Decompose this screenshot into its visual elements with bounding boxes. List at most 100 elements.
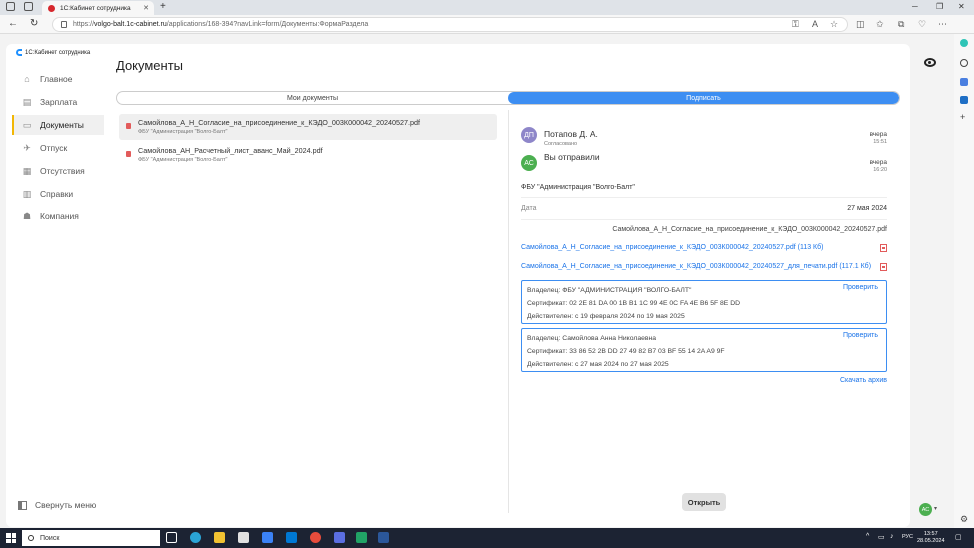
- url-field[interactable]: https:// volgo-balt.1c-cabinet.ru /appli…: [52, 17, 848, 32]
- store-app-icon[interactable]: [238, 532, 249, 543]
- copilot-icon[interactable]: [960, 39, 968, 47]
- signer-time: вчера 15:51: [870, 131, 887, 147]
- profile-icon[interactable]: [6, 2, 15, 11]
- signer-time: вчера 16:20: [870, 159, 887, 175]
- sidebar-collapse-icon: [18, 500, 27, 510]
- read-aloud-icon[interactable]: A: [812, 19, 818, 29]
- clock-date: 28.05.2024: [917, 538, 945, 545]
- close-tab-icon[interactable]: ✕: [143, 4, 149, 12]
- task-view-icon[interactable]: [166, 532, 177, 543]
- document-name: Самойлова_АН_Расчетный_лист_аванс_Май_20…: [138, 146, 323, 155]
- word-app-icon[interactable]: [378, 532, 389, 543]
- file-link-name: Самойлова_А_Н_Согласие_на_присоединение_…: [521, 244, 796, 251]
- vacation-icon: ✈: [23, 142, 31, 153]
- collections-icon[interactable]: ⧉: [898, 19, 904, 30]
- signer-name: Потапов Д. А.: [544, 129, 598, 139]
- start-icon[interactable]: [6, 533, 16, 543]
- certificate-card: Владелец: ФБУ "АДМИНИСТРАЦИЯ "ВОЛГО-БАЛТ…: [521, 280, 887, 324]
- favorites-icon[interactable]: ✩: [876, 19, 884, 30]
- logo-icon: [16, 49, 22, 56]
- clock[interactable]: 13:57 28.05.2024: [917, 531, 945, 545]
- tools-icon[interactable]: [960, 78, 968, 86]
- calculator-app-icon[interactable]: [356, 532, 367, 543]
- add-icon[interactable]: +: [960, 112, 968, 122]
- chevron-down-icon[interactable]: ▾: [934, 505, 937, 512]
- sidebar-item-main[interactable]: ⌂ Главное: [12, 69, 104, 89]
- document-list: Самойлова_А_Н_Согласие_на_присоединение_…: [119, 114, 497, 170]
- verify-certificate-link[interactable]: Проверить: [843, 332, 878, 339]
- pdf-download-icon[interactable]: [880, 262, 887, 271]
- sidebar-item-absence[interactable]: ▦ Отсутствия: [12, 161, 104, 181]
- split-screen-icon[interactable]: ◫: [856, 19, 865, 30]
- sidebar-item-label: Главное: [40, 74, 73, 84]
- list-item[interactable]: Самойлова_АН_Расчетный_лист_аванс_Май_20…: [119, 142, 497, 168]
- certificate-serial: Сертификат: 33 86 52 2B DD 27 49 82 B7 0…: [527, 348, 725, 355]
- sidebar-item-salary[interactable]: ▤ Зарплата: [12, 92, 104, 112]
- certificate-serial: Сертификат: 02 2E 81 DA 00 1B B1 1C 99 4…: [527, 300, 741, 307]
- favorite-star-icon[interactable]: ☆: [830, 19, 838, 30]
- signer-clock: 15:51: [873, 139, 887, 146]
- list-item[interactable]: Самойлова_А_Н_Согласие_на_присоединение_…: [119, 114, 497, 140]
- pdf-download-icon[interactable]: [880, 243, 887, 252]
- extensions-icon[interactable]: ♡: [918, 19, 926, 30]
- open-button[interactable]: Открыть: [682, 493, 726, 511]
- minimize-icon[interactable]: ─: [912, 2, 918, 11]
- file-link[interactable]: Самойлова_А_Н_Согласие_на_присоединение_…: [521, 244, 823, 251]
- taskbar: Поиск ^ ▭ ♪ РУС 13:57 28.05.2024 ▢: [0, 528, 974, 548]
- tray-chevron-icon[interactable]: ^: [866, 533, 869, 540]
- certificate-validity: Действителен: с 27 мая 2024 по 27 мая 20…: [527, 361, 669, 368]
- document-file-name: Самойлова_А_Н_Согласие_на_присоединение_…: [612, 226, 887, 233]
- home-icon: ⌂: [24, 74, 30, 84]
- pane-divider: [508, 110, 509, 513]
- pdf-file-icon: [126, 151, 131, 157]
- tab-my-documents[interactable]: Мои документы: [117, 92, 508, 104]
- salary-icon: ▤: [22, 96, 32, 107]
- certificate-owner: Владелец: Самойлова Анна Николаевна: [527, 335, 657, 342]
- restore-icon[interactable]: ❐: [936, 2, 943, 11]
- new-tab-icon[interactable]: +: [160, 1, 166, 12]
- sidebar-item-certificates[interactable]: ▥ Справки: [12, 184, 104, 204]
- sidebar-item-company[interactable]: ☗ Компания: [12, 206, 104, 226]
- back-icon[interactable]: ←: [8, 18, 18, 29]
- gear-icon[interactable]: ⚙: [960, 514, 968, 524]
- document-org: ФБУ "Администрация "Волго-Балт": [138, 129, 228, 135]
- app-icon[interactable]: [286, 532, 297, 543]
- file-link[interactable]: Самойлова_А_Н_Согласие_на_присоединение_…: [521, 263, 871, 270]
- edge-app-icon[interactable]: [190, 532, 201, 543]
- yandex-app-icon[interactable]: [334, 532, 345, 543]
- workspaces-icon[interactable]: [24, 2, 33, 11]
- sidebar-item-documents[interactable]: ▭ Документы: [12, 115, 104, 135]
- language-indicator[interactable]: РУС: [902, 534, 913, 540]
- outlook-icon[interactable]: [960, 96, 968, 104]
- tab-sign[interactable]: Подписать: [508, 92, 899, 104]
- key-icon[interactable]: ⚿: [792, 19, 799, 30]
- signer-name: Вы отправили: [544, 152, 600, 162]
- certificate-validity: Действителен: с 19 февраля 2024 по 19 ма…: [527, 313, 685, 320]
- download-archive-link[interactable]: Скачать архив: [521, 377, 887, 384]
- eye-icon[interactable]: [924, 58, 936, 67]
- explorer-app-icon[interactable]: [214, 532, 225, 543]
- sidebar-item-label: Отсутствия: [40, 166, 85, 176]
- address-bar-row: ← ↻ https:// volgo-balt.1c-cabinet.ru /a…: [0, 15, 974, 34]
- taskbar-search-input[interactable]: Поиск: [22, 530, 160, 546]
- sidebar-item-vacation[interactable]: ✈ Отпуск: [12, 138, 104, 158]
- notifications-icon[interactable]: ▢: [955, 533, 962, 541]
- collapse-menu-button[interactable]: Свернуть меню: [18, 500, 96, 510]
- company-icon: ☗: [22, 210, 32, 221]
- verify-certificate-link[interactable]: Проверить: [843, 284, 878, 291]
- app-logo[interactable]: 1С:Кабинет сотрудника: [16, 49, 90, 56]
- search-icon[interactable]: [960, 59, 968, 67]
- reload-icon[interactable]: ↻: [30, 18, 38, 29]
- sidebar-item-label: Справки: [40, 189, 74, 199]
- more-icon[interactable]: ⋯: [938, 19, 947, 30]
- chrome-app-icon[interactable]: [310, 532, 321, 543]
- avatar[interactable]: АС: [919, 503, 932, 516]
- file-link-row: Самойлова_А_Н_Согласие_на_присоединение_…: [521, 257, 887, 276]
- mail-app-icon[interactable]: [262, 532, 273, 543]
- file-link-row: Самойлова_А_Н_Согласие_на_присоединение_…: [521, 238, 887, 257]
- sidebar-item-label: Отпуск: [40, 143, 68, 153]
- organization-name: ФБУ "Администрация "Волго-Балт": [521, 180, 887, 198]
- browser-tab[interactable]: 1С:Кабинет сотрудника ✕: [42, 1, 154, 15]
- close-window-icon[interactable]: ✕: [958, 2, 965, 11]
- volume-icon[interactable]: ♪: [890, 533, 894, 540]
